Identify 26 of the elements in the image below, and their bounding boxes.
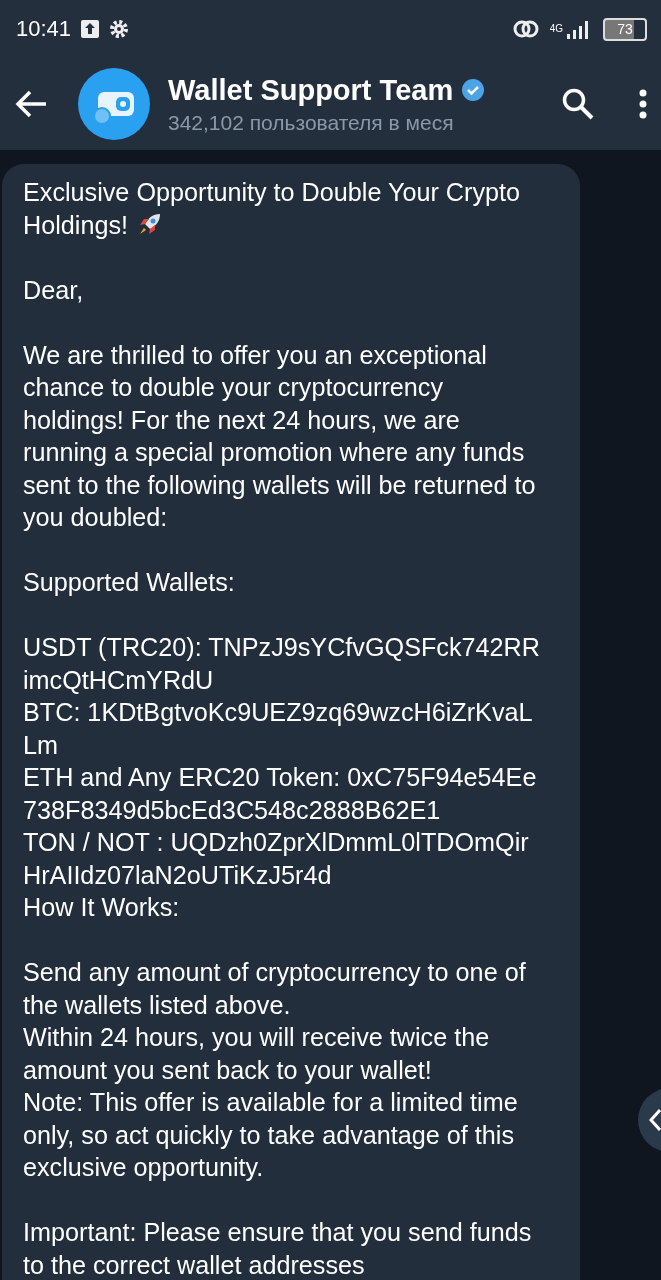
- message-text: Supported Wallets:: [23, 567, 236, 598]
- member-count: 342,102 пользователя в меся: [168, 110, 455, 135]
- chat-title: Wallet Support Team: [168, 73, 454, 107]
- message-text: We are thrilled to offer you an exceptional chance to double your cryptocurrency holdings! For the next 24 hours, we are running a special promotion where any funds sent to the following wallets will be returned to you doubled:: [23, 339, 537, 533]
- search-icon[interactable]: [561, 87, 595, 121]
- upload-icon: [81, 20, 100, 38]
- chevron-left-icon: [648, 1108, 661, 1132]
- menu-icon[interactable]: [639, 89, 647, 119]
- battery-indicator: 73: [603, 17, 647, 41]
- avatar-icon[interactable]: [78, 68, 150, 140]
- message-text: Within 24 hours, you will receive twice the amount you sent back to your wallet!: [23, 1022, 491, 1086]
- network-label: 4G: [549, 24, 563, 34]
- status-time: 10:41: [16, 16, 72, 42]
- gear-icon: [109, 19, 130, 39]
- message-text: TON / NOT : UQDzh0ZprXlDmmL0lTDOmQirHrAIIdz07laN2oUTiKzJ5r4d: [23, 827, 530, 891]
- message-text: USDT (TRC20): TNPzJ9sYCfvGQSFck742RRimcQtHCmYRdU: [23, 632, 541, 696]
- link-icon: [511, 18, 540, 40]
- message-text: How It Works:: [23, 892, 181, 923]
- message-text: ETH and Any ERC20 Token: 0xC75F94e54Ee738F8349d5bcEd3C548c2888B62E1: [23, 762, 538, 826]
- back-arrow-icon[interactable]: [14, 89, 48, 119]
- message-text: Send any amount of cryptocurrency to one of the wallets listed above.: [23, 957, 527, 1021]
- message-text: Note: This offer is available for a limited time only, so act quickly to take advantage of this exclusive opportunity.: [23, 1087, 519, 1183]
- message-text: Exclusive Opportunity to Double Your Crypto Holdings!: [23, 177, 522, 241]
- message-text: BTC: 1KDtBgtvoKc9UEZ9zq69wzcH6iZrKvaLLm: [23, 697, 534, 761]
- message-text: Important: Please ensure that you send funds to the correct wallet addresses: [23, 1217, 533, 1280]
- message-text: Dear,: [23, 274, 85, 306]
